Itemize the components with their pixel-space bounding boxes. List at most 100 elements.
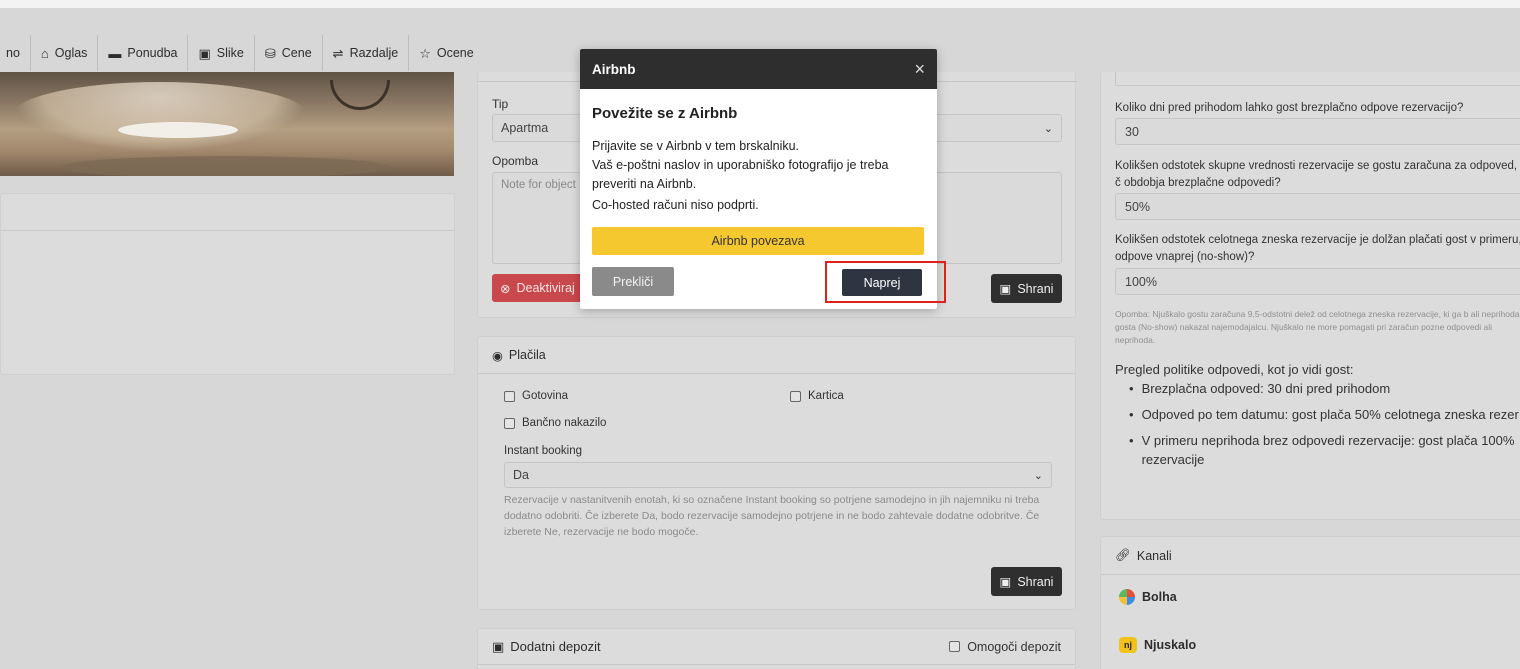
tab-label: Slike [216,46,244,60]
channels-header: 🔗︎ Kanali [1101,537,1520,575]
modal-header: Airbnb × [580,49,937,89]
star-icon: ☆ [419,45,431,61]
instant-booking-value: Da [513,468,529,482]
modal-line-1: Prijavite se v Airbnb v tem brskalniku. [592,139,800,153]
instant-booking-select[interactable]: Da ⌄ [504,462,1052,488]
checkbox-gotovina[interactable]: Gotovina [504,390,568,402]
tab-razdalje[interactable]: ⇌ Razdalje [323,35,410,71]
checkbox-box[interactable] [504,390,515,402]
money-icon: ◉ [492,348,503,363]
modal-line-2: Vaš e-poštni naslov in uporabniško fotog… [592,158,889,191]
save-label: Shrani [1017,574,1054,589]
chevron-down-icon: ⌄ [1043,122,1053,135]
tab-ocene[interactable]: ☆ Ocene [409,35,484,71]
property-photo [0,72,454,176]
policy-item-text: Odpoved po tem datumu: gost plača 50% ce… [1141,407,1519,422]
no-show-fee-input[interactable]: 100% [1115,268,1520,295]
left-panel-header [1,194,454,231]
tip-value: Apartma [501,121,549,135]
njuskalo-logo-icon: nj [1119,637,1137,653]
tab-ponudba[interactable]: ▬ Ponudba [98,35,189,71]
tab-cene[interactable]: ⛁ Cene [255,35,323,71]
tab-slike[interactable]: ▣ Slike [188,35,255,71]
modal-body: Povežite se z Airbnb Prijavite se v Airb… [580,89,937,215]
home-icon: ⌂ [40,45,49,61]
cash-icon: ▣ [492,638,505,654]
cancel-button[interactable]: Prekliči [592,267,674,296]
tab-label: Razdalje [349,46,399,60]
deactivate-button[interactable]: ⊗ Deaktiviraj [492,274,584,302]
checkbox-label: Kartica [808,390,844,402]
modal-title: Povežite se z Airbnb [592,105,738,122]
free-cancel-days-label: Koliko dni pred prihodom lahko gost brez… [1115,102,1464,114]
policy-overview-title: Pregled politike odpovedi, kot jo vidi g… [1115,362,1354,377]
cancel-fee-value: 50% [1125,199,1151,214]
checkbox-bancno[interactable]: Bančno nakazilo [504,417,606,429]
tab-label: Ocene [436,46,474,60]
photo-tent [10,82,310,152]
policy-item-text: Brezplačna odpoved: 30 dni pred prihodom [1141,381,1391,396]
modal-header-title: Airbnb [592,61,636,77]
checkbox-box[interactable] [790,390,801,402]
bullet: • [1129,407,1134,422]
no-show-fee-label: Kolikšen odstotek celotnega zneska rezer… [1115,234,1520,263]
checkbox-label: Gotovina [522,390,569,402]
payments-header: ◉ Plačila [478,337,1075,374]
opomba-label: Opomba [492,154,539,168]
payments-panel: ◉ Plačila Gotovina Kartica Bančno nakazi… [477,336,1076,610]
tab-label: Cene [281,46,312,60]
njuskalo-note: Opomba: Njuškalo gostu zaračuna 9,5-odst… [1115,309,1520,345]
tab-label: Ponudba [127,46,178,60]
enable-deposit-label: Omogoči depozit [967,639,1061,654]
save-label: Shrani [1017,281,1054,296]
free-cancel-days-input[interactable]: 30 [1115,118,1520,145]
bolha-logo-icon [1119,589,1135,605]
policy-item: • V primeru neprihoda brez odpovedi reze… [1129,431,1520,469]
tab-oglas[interactable]: ⌂ Oglas [31,35,99,71]
checkbox-box[interactable] [949,641,961,652]
no-show-fee-value: 100% [1125,274,1157,289]
instant-booking-label: Instant booking [504,445,583,457]
link-icon: 🔗︎ [1115,548,1131,562]
channels-title: Kanali [1136,548,1172,563]
bullet: • [1129,381,1134,396]
tab-bar: no ⌂ Oglas ▬ Ponudba ▣ Slike ⛁ Cene ⇌ Ra… [0,35,484,71]
channel-bolha[interactable]: Bolha [1119,589,1177,605]
channel-label: Bolha [1142,590,1177,604]
deposit-header: ▣ Dodatni depozit Omogoči depozit [478,629,1075,665]
cancel-fee-input[interactable]: 50% [1115,193,1520,220]
top-strip [0,0,1520,8]
floppy-icon: ▣ [999,575,1012,589]
cancellation-policy-panel: Koliko dni pred prihodom lahko gost brez… [1100,72,1520,520]
floppy-icon: ▣ [999,282,1012,296]
free-cancel-days-value: 30 [1125,124,1139,139]
field-top-edge [1115,72,1520,86]
policy-item: • Brezplačna odpoved: 30 dni pred prihod… [1129,379,1520,398]
bullet: • [1129,433,1134,448]
channel-njuskalo[interactable]: nj Njuskalo [1119,637,1196,653]
tab-label: Oglas [54,46,88,60]
close-icon[interactable]: × [914,59,925,80]
instant-booking-help: Rezervacije v nastanitvenih enotah, ki s… [504,494,1040,538]
highlight-box [825,261,946,303]
checkbox-kartica[interactable]: Kartica [790,390,844,402]
photo-table [118,122,238,138]
cancel-fee-label: Kolikšen odstotek skupne vrednosti rezer… [1115,160,1518,189]
photo-decor [330,80,390,110]
sofa-icon: ▬ [108,45,122,61]
checkbox-label: Bančno nakazilo [522,417,607,429]
deactivate-label: Deaktiviraj [516,281,575,295]
circle-x-icon: ⊗ [500,281,511,296]
checkbox-box[interactable] [504,417,515,429]
payments-title: Plačila [508,348,546,362]
deposit-panel: ▣ Dodatni depozit Omogoči depozit [477,628,1076,669]
deposit-title: Dodatni depozit [510,639,601,654]
tab-partial[interactable]: no [0,35,31,71]
airbnb-connect-button[interactable]: Airbnb povezava [592,227,924,255]
payments-save-button[interactable]: ▣ Shrani [991,567,1062,596]
enable-deposit-checkbox[interactable]: Omogoči depozit [949,640,1061,654]
left-panel [0,193,455,375]
channel-label: Njuskalo [1144,638,1197,652]
save-button[interactable]: ▣ Shrani [991,274,1062,303]
modal-line-3: Co-hosted računi niso podprti. [592,198,759,212]
